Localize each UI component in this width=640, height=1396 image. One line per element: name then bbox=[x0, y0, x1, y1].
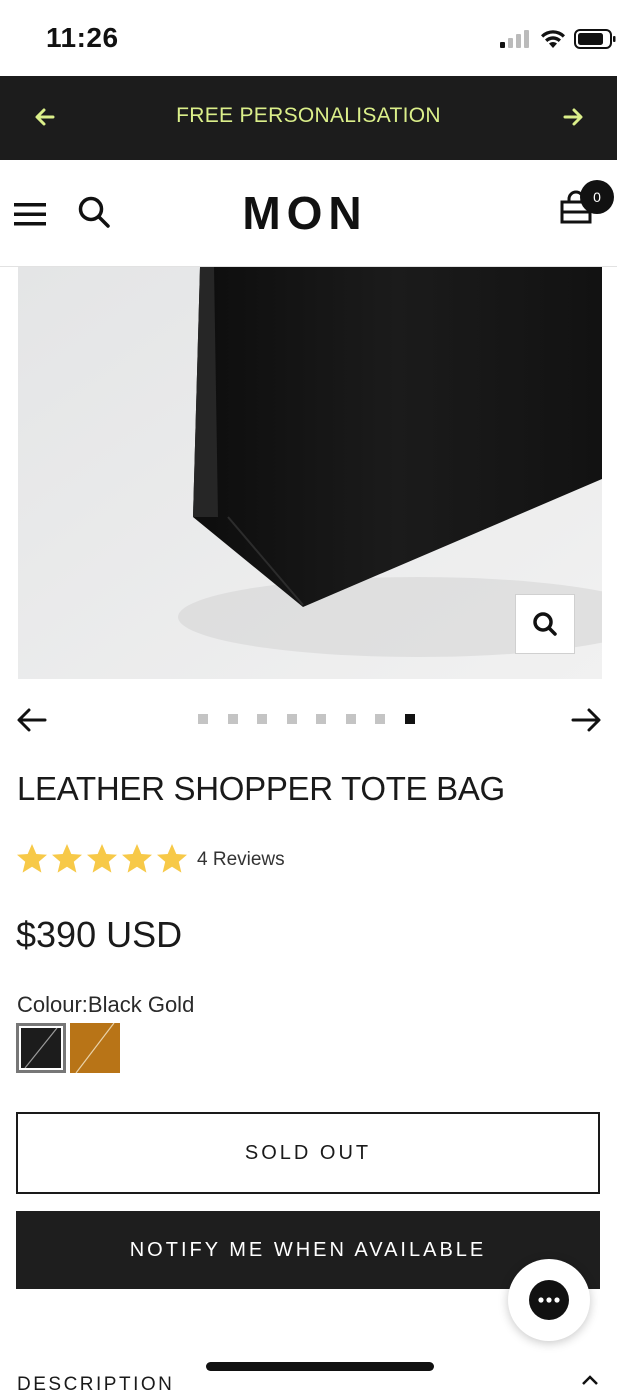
carousel-next-arrow-icon[interactable] bbox=[570, 706, 602, 734]
carousel-dot[interactable] bbox=[198, 714, 208, 724]
cart-count-badge[interactable]: 0 bbox=[580, 180, 614, 214]
review-count-link[interactable]: 4 Reviews bbox=[197, 849, 285, 871]
magnifier-icon bbox=[533, 612, 557, 636]
search-icon[interactable] bbox=[76, 194, 112, 230]
hamburger-menu-icon[interactable] bbox=[14, 200, 48, 228]
carousel-dot[interactable] bbox=[316, 714, 326, 724]
chat-dots-icon bbox=[538, 1297, 560, 1303]
star-icon bbox=[122, 844, 152, 873]
battery-icon bbox=[574, 29, 616, 49]
swatch-black-gold[interactable] bbox=[16, 1023, 66, 1073]
star-icon bbox=[87, 844, 117, 873]
notify-me-button[interactable]: NOTIFY ME WHEN AVAILABLE bbox=[16, 1211, 600, 1289]
status-time: 11:26 bbox=[46, 22, 119, 53]
announcement-text[interactable]: FREE PERSONALISATION bbox=[0, 104, 617, 128]
carousel-dot[interactable] bbox=[404, 714, 415, 724]
arrow-right-icon[interactable] bbox=[562, 106, 584, 128]
chevron-up-icon[interactable] bbox=[580, 1374, 600, 1386]
chat-button[interactable] bbox=[508, 1259, 590, 1341]
carousel-prev-arrow-icon[interactable] bbox=[16, 706, 48, 734]
star-icon bbox=[52, 844, 82, 873]
announcement-bar: FREE PERSONALISATION bbox=[0, 76, 617, 160]
carousel-dot[interactable] bbox=[227, 714, 238, 724]
zoom-button[interactable] bbox=[515, 594, 575, 654]
signal-icon bbox=[500, 30, 529, 48]
star-icon bbox=[17, 844, 47, 873]
carousel-dot[interactable] bbox=[375, 714, 385, 724]
product-price: $390 USD bbox=[16, 914, 183, 955]
description-heading[interactable]: DESCRIPTION bbox=[17, 1374, 174, 1396]
product-title: LEATHER SHOPPER TOTE BAG bbox=[17, 770, 505, 807]
swatch-black-fill bbox=[21, 1027, 61, 1069]
swatch-tan[interactable] bbox=[70, 1022, 120, 1074]
status-bar: 11:26 bbox=[0, 0, 640, 76]
home-indicator bbox=[206, 1362, 434, 1371]
star-icon bbox=[157, 844, 187, 873]
chat-bubble-icon bbox=[529, 1280, 569, 1320]
carousel-dot[interactable] bbox=[345, 714, 356, 724]
carousel-dot[interactable] bbox=[286, 714, 297, 724]
star-rating[interactable] bbox=[15, 842, 189, 876]
swatch-tan-fill bbox=[70, 1022, 120, 1074]
sold-out-button[interactable]: SOLD OUT bbox=[16, 1112, 600, 1194]
carousel-dots bbox=[198, 714, 415, 726]
site-header: MON 0 bbox=[0, 160, 617, 267]
wifi-icon bbox=[541, 30, 565, 48]
carousel-dot[interactable] bbox=[257, 714, 267, 724]
brand-logo[interactable]: MON bbox=[150, 186, 460, 240]
colour-label: Colour:Black Gold bbox=[17, 992, 195, 1017]
